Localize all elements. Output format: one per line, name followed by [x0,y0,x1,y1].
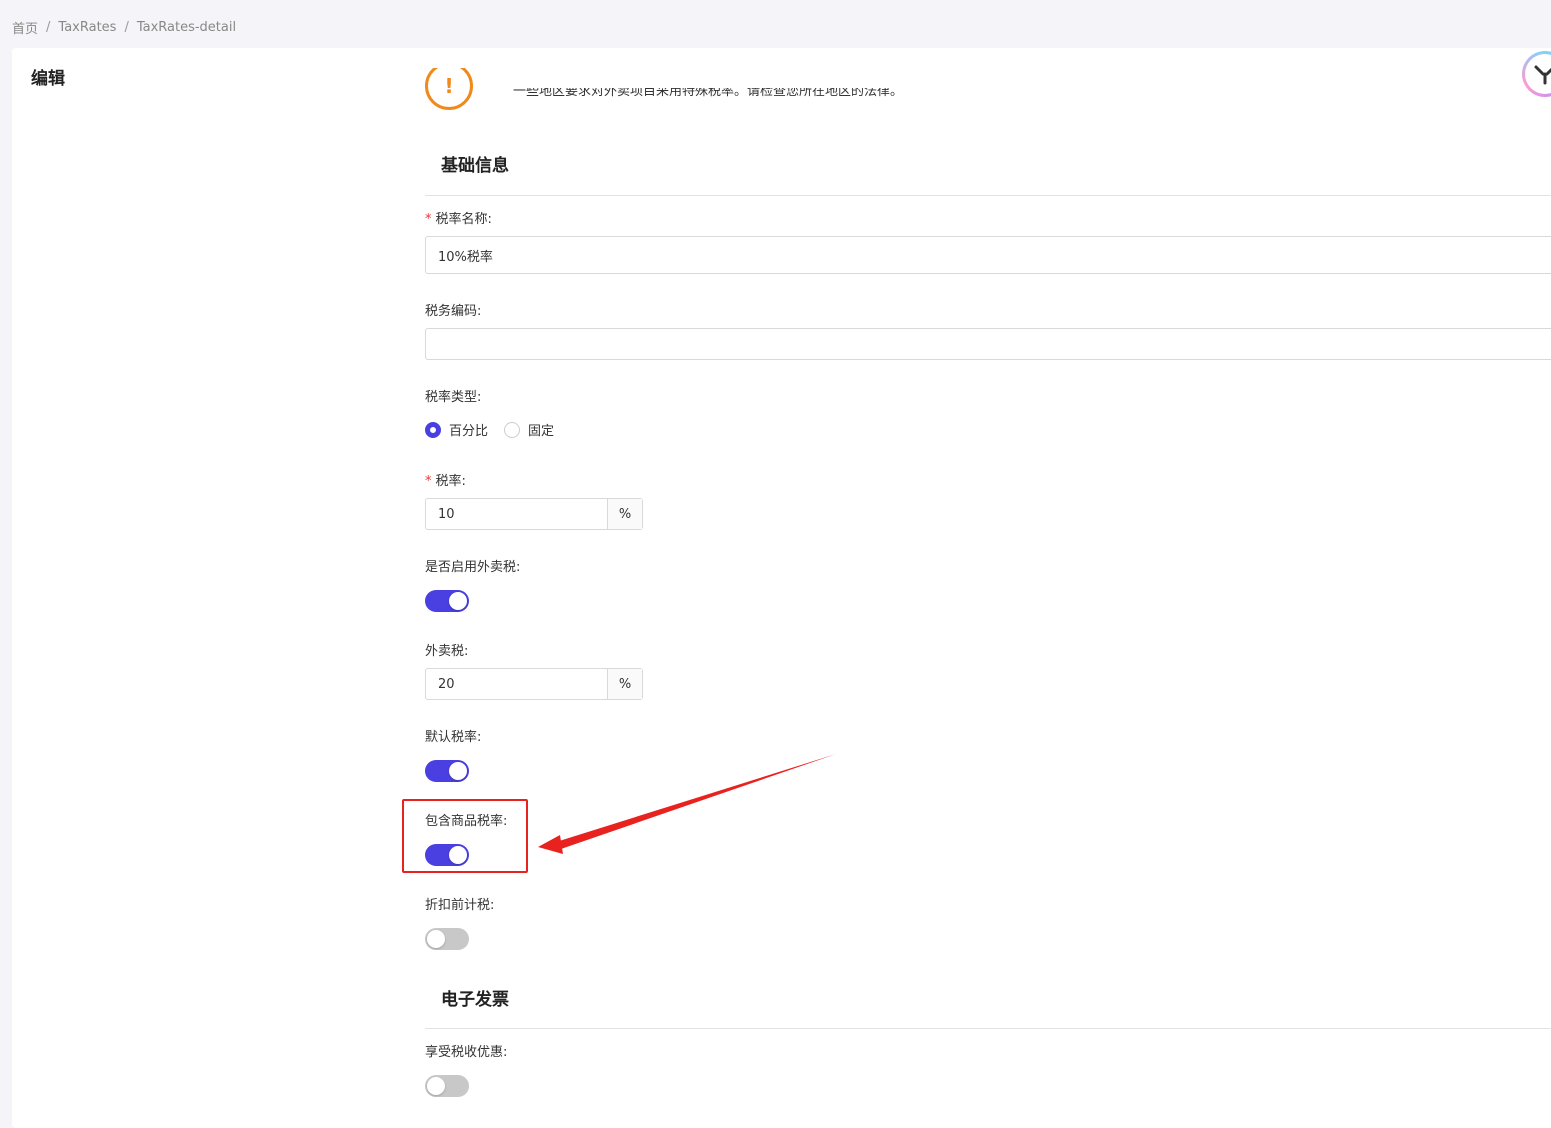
switch-knob [427,930,445,948]
enable-takeaway-label: 是否启用外卖税: [425,560,521,575]
warning-text: 一些地区要求对外卖项目采用特殊税率。请检查您所在地区的法律。 [513,88,904,99]
tax-benefit-switch[interactable] [425,1075,469,1097]
pre-discount-switch[interactable] [425,928,469,950]
rate-label: * 税率: [425,474,466,489]
switch-knob [449,762,467,780]
takeaway-tax-input[interactable]: 20 [426,669,607,699]
rate-input-group: 10 % [425,498,643,530]
breadcrumb-separator: / [46,20,51,35]
tax-rate-form: ! 一些地区要求对外卖项目采用特殊税率。请检查您所在地区的法律。 基础信息 * 税… [425,48,1551,1128]
section-basic-info: 基础信息 [441,156,509,176]
breadcrumb-separator: / [124,20,129,35]
takeaway-tax-label: 外卖税: [425,644,469,659]
required-mark: * [425,212,432,227]
edit-card: 编辑 ! 一些地区要求对外卖项目采用特殊税率。请检查您所在地区的法律。 基础信息… [12,48,1551,1128]
default-rate-switch[interactable] [425,760,469,782]
tax-benefit-label: 享受税收优惠: [425,1045,508,1060]
page-title: 编辑 [31,69,65,89]
tax-code-label: 税务编码: [425,304,482,319]
warning-icon: ! [425,68,473,120]
switch-knob [427,1077,445,1095]
radio-dot-checked [425,421,441,438]
breadcrumb-current: TaxRates-detail [136,20,237,35]
takeaway-tax-unit: % [607,669,642,699]
radio-percentage[interactable]: 百分比 [425,420,488,439]
breadcrumb: 首页 / TaxRates / TaxRates-detail [12,18,236,37]
radio-fixed[interactable]: 固定 [504,420,554,439]
rate-unit: % [607,499,642,529]
switch-knob [449,592,467,610]
enable-takeaway-switch[interactable] [425,590,469,612]
rate-type-label: 税率类型: [425,390,482,405]
takeaway-tax-input-group: 20 % [425,668,643,700]
annotation-highlight-box [402,799,528,873]
divider [425,1028,1551,1029]
breadcrumb-home[interactable]: 首页 [12,18,38,37]
rate-input[interactable]: 10 [426,499,607,529]
radio-dot [504,421,521,438]
section-e-invoice: 电子发票 [441,990,509,1010]
tax-name-input[interactable]: 10%税率 [425,236,1551,274]
required-mark: * [425,474,432,489]
tax-name-label: * 税率名称: [425,212,492,227]
rate-type-radio-group: 百分比 固定 [425,420,570,439]
breadcrumb-taxrates[interactable]: TaxRates [58,20,116,35]
default-rate-label: 默认税率: [425,730,482,745]
divider [425,195,1551,196]
pre-discount-label: 折扣前计税: [425,898,495,913]
tax-code-input[interactable] [425,328,1551,360]
